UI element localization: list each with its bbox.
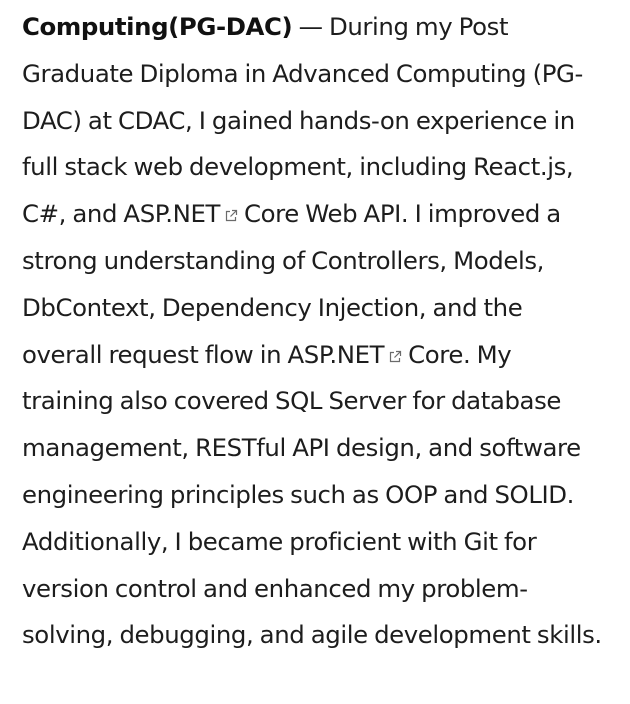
asp-net-link-2[interactable]: ASP.NET	[288, 340, 409, 369]
asp-net-link-1-label: ASP.NET	[123, 199, 221, 229]
experience-paragraph: Computing(PG-DAC) — During my Post Gradu…	[22, 4, 608, 659]
paragraph-text-1: During my Post Graduate Diploma in Advan…	[22, 12, 583, 229]
asp-net-link-1[interactable]: ASP.NET	[123, 199, 244, 228]
external-link-icon	[224, 209, 238, 223]
asp-net-link-2-label: ASP.NET	[287, 339, 385, 369]
paragraph-text-3: Core. My training also covered SQL Serve…	[22, 339, 602, 650]
content-section: Computing(PG-DAC) — During my Post Gradu…	[0, 0, 630, 704]
program-heading: Computing(PG-DAC)	[22, 12, 293, 41]
external-link-icon	[388, 350, 402, 364]
heading-dash: —	[292, 12, 329, 41]
